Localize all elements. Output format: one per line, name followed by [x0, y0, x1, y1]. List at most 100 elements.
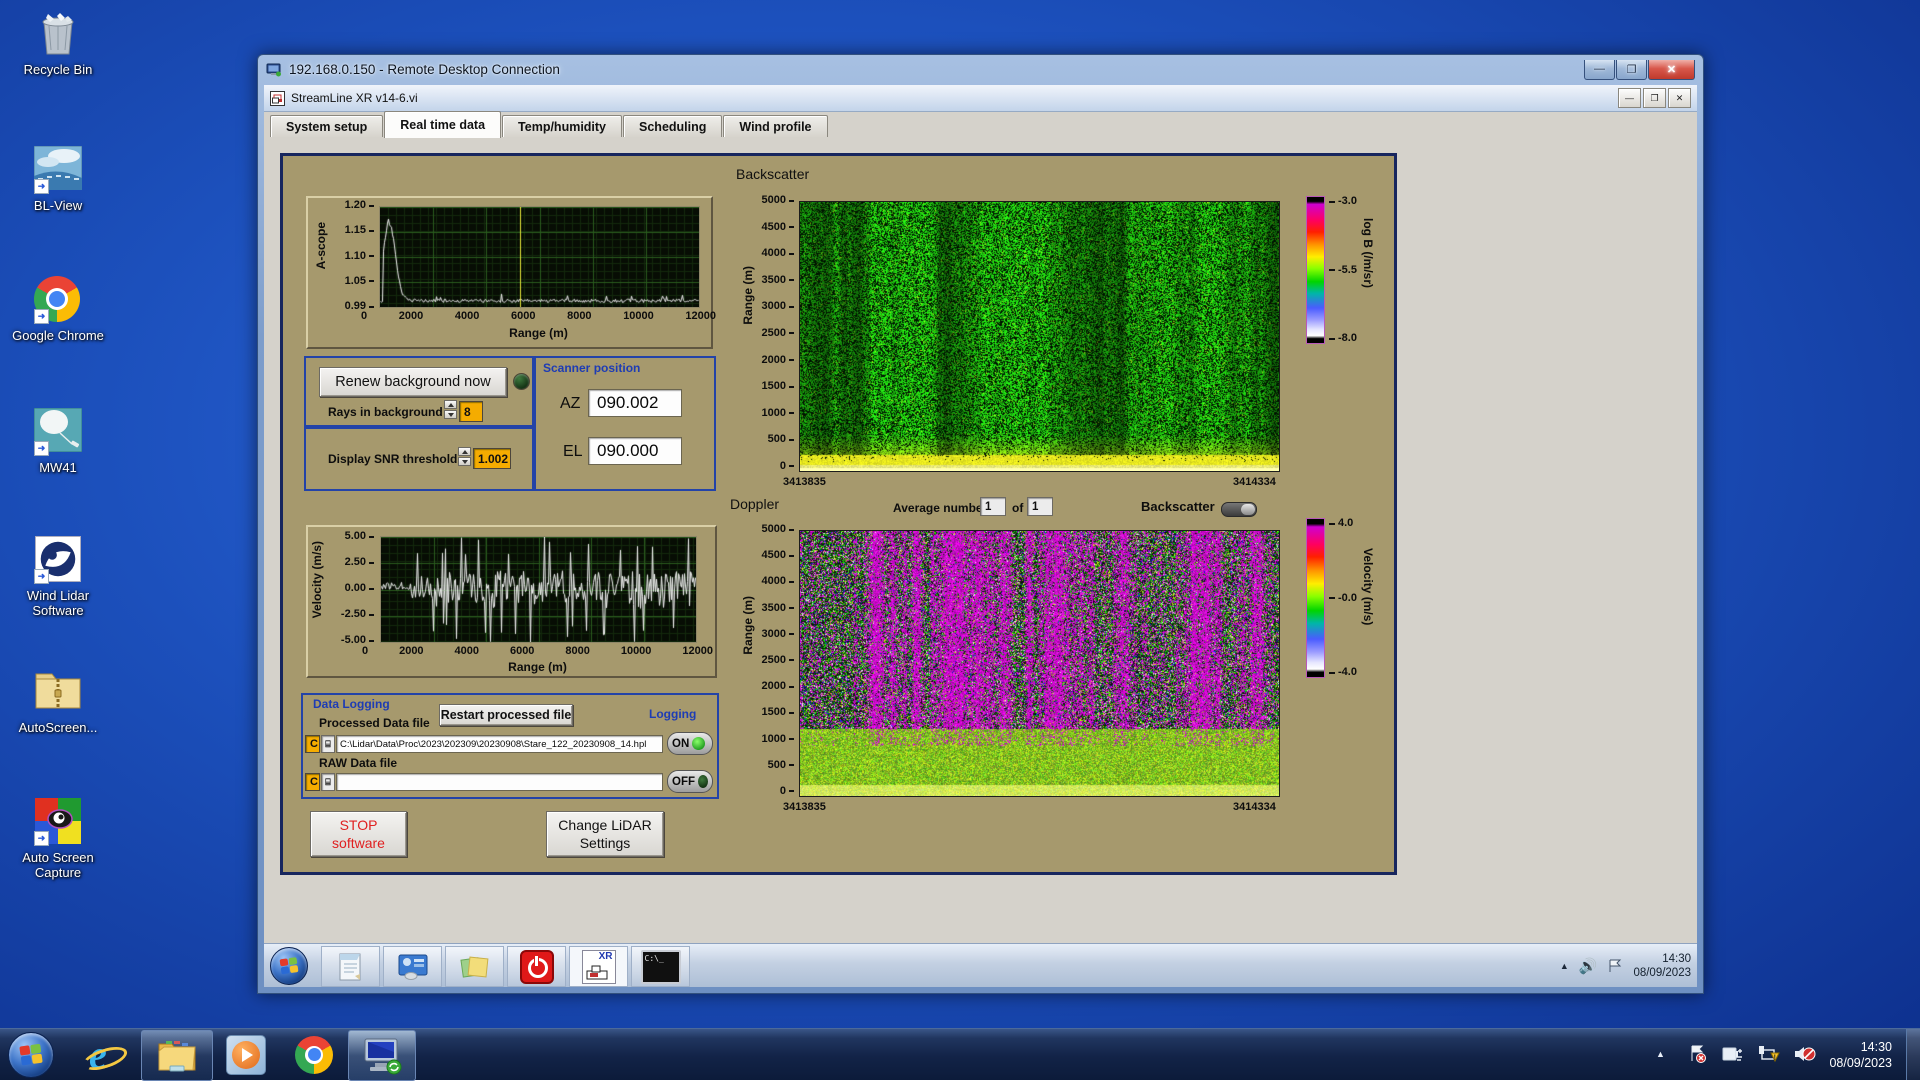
average-number-label: Average number [893, 501, 987, 515]
tray-network-icon[interactable]: ! [1758, 1045, 1780, 1063]
remote-taskbar-sticky-notes-button[interactable] [445, 946, 504, 987]
shortcut-arrow-icon: ➜ [34, 569, 49, 584]
shortcut-arrow-icon: ➜ [34, 441, 49, 456]
taskbar: e [0, 1028, 1920, 1080]
taskbar-chrome-button[interactable] [286, 1030, 342, 1079]
tray-expand-icon[interactable]: ▲ [1656, 1049, 1665, 1059]
x-tick-label: 6000 [510, 645, 534, 657]
desktop-icon-wind-lidar[interactable]: ➜ Wind Lidar Software [6, 536, 110, 618]
backscatter-canvas [799, 201, 1280, 472]
processed-logging-toggle[interactable]: ON [667, 732, 713, 755]
tray-volume-muted-icon[interactable] [1794, 1045, 1816, 1063]
raw-logging-toggle[interactable]: OFF [667, 770, 713, 793]
stop-software-button[interactable]: STOP software [310, 811, 407, 857]
scanner-position-box: Scanner position AZ 090.002 EL 090.000 [534, 356, 716, 491]
media-player-icon [226, 1035, 266, 1075]
y-tick-label: 1500 [762, 707, 794, 718]
tray-battery-icon[interactable] [1722, 1045, 1744, 1063]
y-tick-label: -2.50 [341, 609, 374, 620]
taskbar-explorer-button[interactable] [141, 1030, 213, 1081]
rdp-close-button[interactable]: ✕ [1648, 60, 1695, 80]
vi-titlebar[interactable]: StreamLine XR v14-6.vi — ❐ ✕ [264, 85, 1697, 112]
rdp-minimize-button[interactable]: — [1584, 60, 1615, 80]
shortcut-arrow-icon: ➜ [34, 179, 49, 194]
show-desktop-button[interactable] [1906, 1029, 1920, 1080]
taskbar-internet-explorer-button[interactable]: e [76, 1030, 128, 1079]
zip-folder-icon [34, 668, 82, 716]
processed-drive-letter[interactable]: C [305, 735, 320, 753]
backscatter-x-start: 3413835 [783, 476, 826, 488]
remote-taskbar-cmd-button[interactable]: C:\_ [631, 946, 690, 987]
x-tick-label: 6000 [511, 310, 535, 322]
remote-taskbar-streamline-xr-button[interactable]: XR [569, 946, 628, 987]
raw-browse-icon[interactable]: ⌸ [321, 773, 335, 791]
taskbar-media-player-button[interactable] [218, 1030, 274, 1079]
remote-volume-icon[interactable]: 🔊 [1579, 957, 1598, 975]
taskbar-clock[interactable]: 14:30 08/09/2023 [1829, 1039, 1892, 1071]
desktop-icon-google-chrome[interactable]: ➜ Google Chrome [6, 276, 110, 343]
snr-spinner[interactable] [458, 447, 471, 466]
y-tick-label: 1.20 [345, 200, 374, 211]
desktop-icon-auto-screen-capture[interactable]: ➜ Auto Screen Capture [6, 798, 110, 880]
renew-background-button[interactable]: Renew background now [319, 367, 507, 397]
doppler-title: Doppler [730, 496, 779, 512]
backscatter-display-toggle[interactable] [1221, 502, 1257, 517]
taskbar-clock-date: 08/09/2023 [1829, 1055, 1892, 1071]
el-label: EL [563, 443, 583, 461]
rays-spinner[interactable] [444, 400, 457, 419]
tab-temp-humidity[interactable]: Temp/humidity [502, 115, 622, 138]
change-lidar-settings-button[interactable]: Change LiDAR Settings [546, 811, 664, 857]
average-number-field[interactable]: 1 [980, 497, 1006, 516]
y-tick-label: 2000 [762, 681, 794, 692]
x-tick-label: 8000 [565, 645, 589, 657]
remote-clock-time: 14:30 [1633, 952, 1691, 966]
vi-close-button[interactable]: ✕ [1668, 88, 1691, 108]
x-tick-label: 10000 [621, 645, 652, 657]
restart-processed-file-button[interactable]: Restart processed file [439, 704, 573, 726]
off-lamp-icon [698, 775, 708, 788]
x-tick-label: 10000 [623, 310, 654, 322]
backscatter-colorbar [1306, 196, 1325, 344]
remote-taskbar-control-panel-button[interactable] [383, 946, 442, 987]
remote-taskbar-power-button[interactable] [507, 946, 566, 987]
scanner-position-title: Scanner position [543, 361, 640, 375]
y-tick-label: 3000 [762, 301, 794, 312]
tab-system-setup[interactable]: System setup [270, 115, 383, 138]
snr-value-field[interactable]: 1.002 [473, 448, 511, 469]
cmd-label: C:\_ [645, 954, 664, 963]
tray-flag-icon[interactable] [1688, 1045, 1706, 1063]
tab-wind-profile[interactable]: Wind profile [723, 115, 827, 138]
desktop: Recycle Bin ➜ BL-View ➜ Google Chrome [0, 0, 1920, 1080]
rays-value-field[interactable]: 8 [459, 401, 483, 422]
tab-real-time-data[interactable]: Real time data [384, 111, 501, 138]
desktop-icon-recycle-bin[interactable]: Recycle Bin [6, 10, 110, 77]
taskbar-clock-time: 14:30 [1829, 1039, 1892, 1055]
remote-start-button[interactable] [270, 947, 308, 985]
vi-minimize-button[interactable]: — [1618, 88, 1641, 108]
remote-taskbar-notepad-button[interactable] [321, 946, 380, 987]
remote-action-center-flag-icon[interactable] [1607, 959, 1623, 973]
x-tick-label: 0 [362, 645, 368, 657]
x-tick-label: 2000 [399, 645, 423, 657]
el-value-field[interactable]: 090.000 [588, 437, 682, 465]
start-button[interactable] [8, 1032, 54, 1078]
tab-scheduling[interactable]: Scheduling [623, 115, 722, 138]
desktop-icon-autoscreen-zip[interactable]: AutoScreen... [6, 668, 110, 735]
remote-clock[interactable]: 14:30 08/09/2023 [1633, 952, 1691, 980]
rdp-restore-button[interactable]: ❐ [1616, 60, 1647, 80]
taskbar-remote-desktop-button[interactable] [348, 1030, 416, 1081]
off-label: OFF [672, 776, 695, 788]
y-tick-label: 3500 [762, 603, 794, 614]
average-count-field[interactable]: 1 [1027, 497, 1053, 516]
processed-browse-icon[interactable]: ⌸ [321, 735, 335, 753]
desktop-icon-mw41[interactable]: ➜ MW41 [6, 408, 110, 475]
raw-drive-letter[interactable]: C [305, 773, 320, 791]
az-value-field[interactable]: 090.002 [588, 389, 682, 417]
processed-path-field[interactable]: C:\Lidar\Data\Proc\2023\202309\20230908\… [336, 735, 663, 753]
raw-path-field[interactable] [336, 773, 663, 791]
colorbar-tick-label: -5.5 [1329, 265, 1357, 276]
rdp-titlebar[interactable]: 192.168.0.150 - Remote Desktop Connectio… [258, 55, 1703, 84]
vi-restore-button[interactable]: ❐ [1643, 88, 1666, 108]
remote-tray-expand-icon[interactable]: ▲ [1560, 961, 1569, 971]
desktop-icon-bl-view[interactable]: ➜ BL-View [6, 146, 110, 213]
